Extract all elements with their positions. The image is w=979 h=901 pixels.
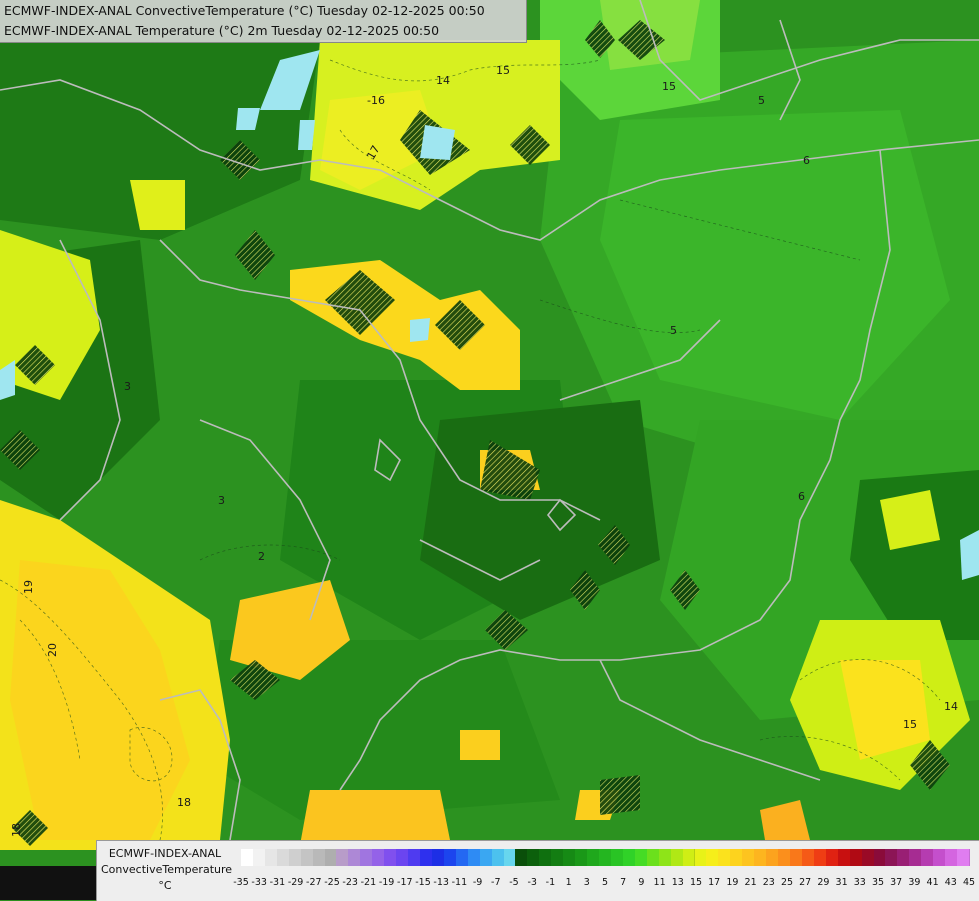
legend-tick-label: -33 xyxy=(251,877,267,888)
legend-tick-label: 27 xyxy=(799,877,812,888)
legend-tick-label: -11 xyxy=(451,877,468,888)
legend-tick-label: 11 xyxy=(653,877,666,888)
legend-tick-label: 3 xyxy=(583,877,590,888)
legend-tick-label: 31 xyxy=(835,877,848,888)
legend-tick-label: -1 xyxy=(545,877,556,888)
legend-tick-label: -13 xyxy=(433,877,449,888)
legend-tick-label: -29 xyxy=(287,877,304,888)
contour-label: 2 xyxy=(258,550,265,563)
legend-tick-label: 37 xyxy=(890,877,903,888)
legend-tick-label: 39 xyxy=(908,877,921,888)
legend-tick-label: 9 xyxy=(638,877,645,888)
legend-tick-label: -23 xyxy=(342,877,358,888)
contour-label: 14 xyxy=(944,700,958,713)
contour-label: 19 xyxy=(22,580,35,594)
legend-tick-label: 5 xyxy=(601,877,609,888)
contour-label: -16 xyxy=(367,94,385,107)
legend-tick-label: -31 xyxy=(269,877,286,888)
legend-tick-label: 45 xyxy=(962,877,976,888)
legend-tick-label: -19 xyxy=(378,877,395,888)
contour-label: 3 xyxy=(124,380,131,393)
contour-label: 15 xyxy=(496,64,510,77)
map-corner-strip xyxy=(0,866,96,900)
legend-tick-label: -27 xyxy=(306,877,322,888)
map-title-line-1: ECMWF-INDEX-ANAL ConvectiveTemperature (… xyxy=(4,3,485,18)
contour-label: 20 xyxy=(46,643,59,657)
contour-label: 6 xyxy=(803,154,810,167)
legend-tick-label: 7 xyxy=(620,877,627,888)
legend-tick-label: 41 xyxy=(926,877,939,888)
legend-tick-label: 15 xyxy=(689,877,703,888)
legend-swatch xyxy=(957,849,970,866)
color-legend: ECMWF-INDEX-ANAL ConvectiveTemperature °… xyxy=(96,840,979,901)
legend-title: ECMWF-INDEX-ANAL xyxy=(108,847,222,860)
weather-map[interactable]: -16 17 14 15 15 5 6 3 2 3 5 19 20 18 6 1… xyxy=(0,0,979,900)
contour-label: 18 xyxy=(10,823,23,837)
contour-label: 14 xyxy=(436,74,450,87)
map-title-box: ECMWF-INDEX-ANAL ConvectiveTemperature (… xyxy=(0,0,527,43)
contour-label: 18 xyxy=(177,796,191,809)
legend-tick-label: 33 xyxy=(853,877,866,888)
legend-tick-label: 43 xyxy=(944,877,957,888)
legend-tick-label: -7 xyxy=(491,877,501,888)
legend-tick-label: 21 xyxy=(744,877,757,888)
legend-tick-label: 35 xyxy=(871,877,885,888)
legend-subtitle: ConvectiveTemperature xyxy=(101,863,233,876)
legend-tick-label: 19 xyxy=(726,877,739,888)
legend-tick-label: -25 xyxy=(324,877,340,888)
map-title-line-2: ECMWF-INDEX-ANAL Temperature (°C) 2m Tue… xyxy=(4,23,440,38)
legend-tick-label: 23 xyxy=(762,877,775,888)
contour-label: 6 xyxy=(798,490,805,503)
contour-label: 3 xyxy=(218,494,225,507)
legend-tick-label: -21 xyxy=(360,877,377,888)
legend-tick-label: -35 xyxy=(233,877,249,888)
legend-tick-label: 13 xyxy=(671,877,684,888)
legend-tick-label: 17 xyxy=(708,877,721,888)
legend-tick-label: -17 xyxy=(397,877,413,888)
legend-unit: °C xyxy=(158,879,172,892)
contour-label: 15 xyxy=(662,80,676,93)
legend-tick-label: 1 xyxy=(565,877,572,888)
legend-tick-label: 29 xyxy=(817,877,830,888)
legend-tick-label: -15 xyxy=(415,877,431,888)
legend-tick-label: -3 xyxy=(527,877,537,888)
contour-label: 5 xyxy=(670,324,677,337)
legend-tick-label: -9 xyxy=(472,877,483,888)
legend-tick-label: -5 xyxy=(509,877,519,888)
legend-tick-label: 25 xyxy=(780,877,794,888)
contour-label: 15 xyxy=(903,718,917,731)
contour-label: 5 xyxy=(758,94,765,107)
